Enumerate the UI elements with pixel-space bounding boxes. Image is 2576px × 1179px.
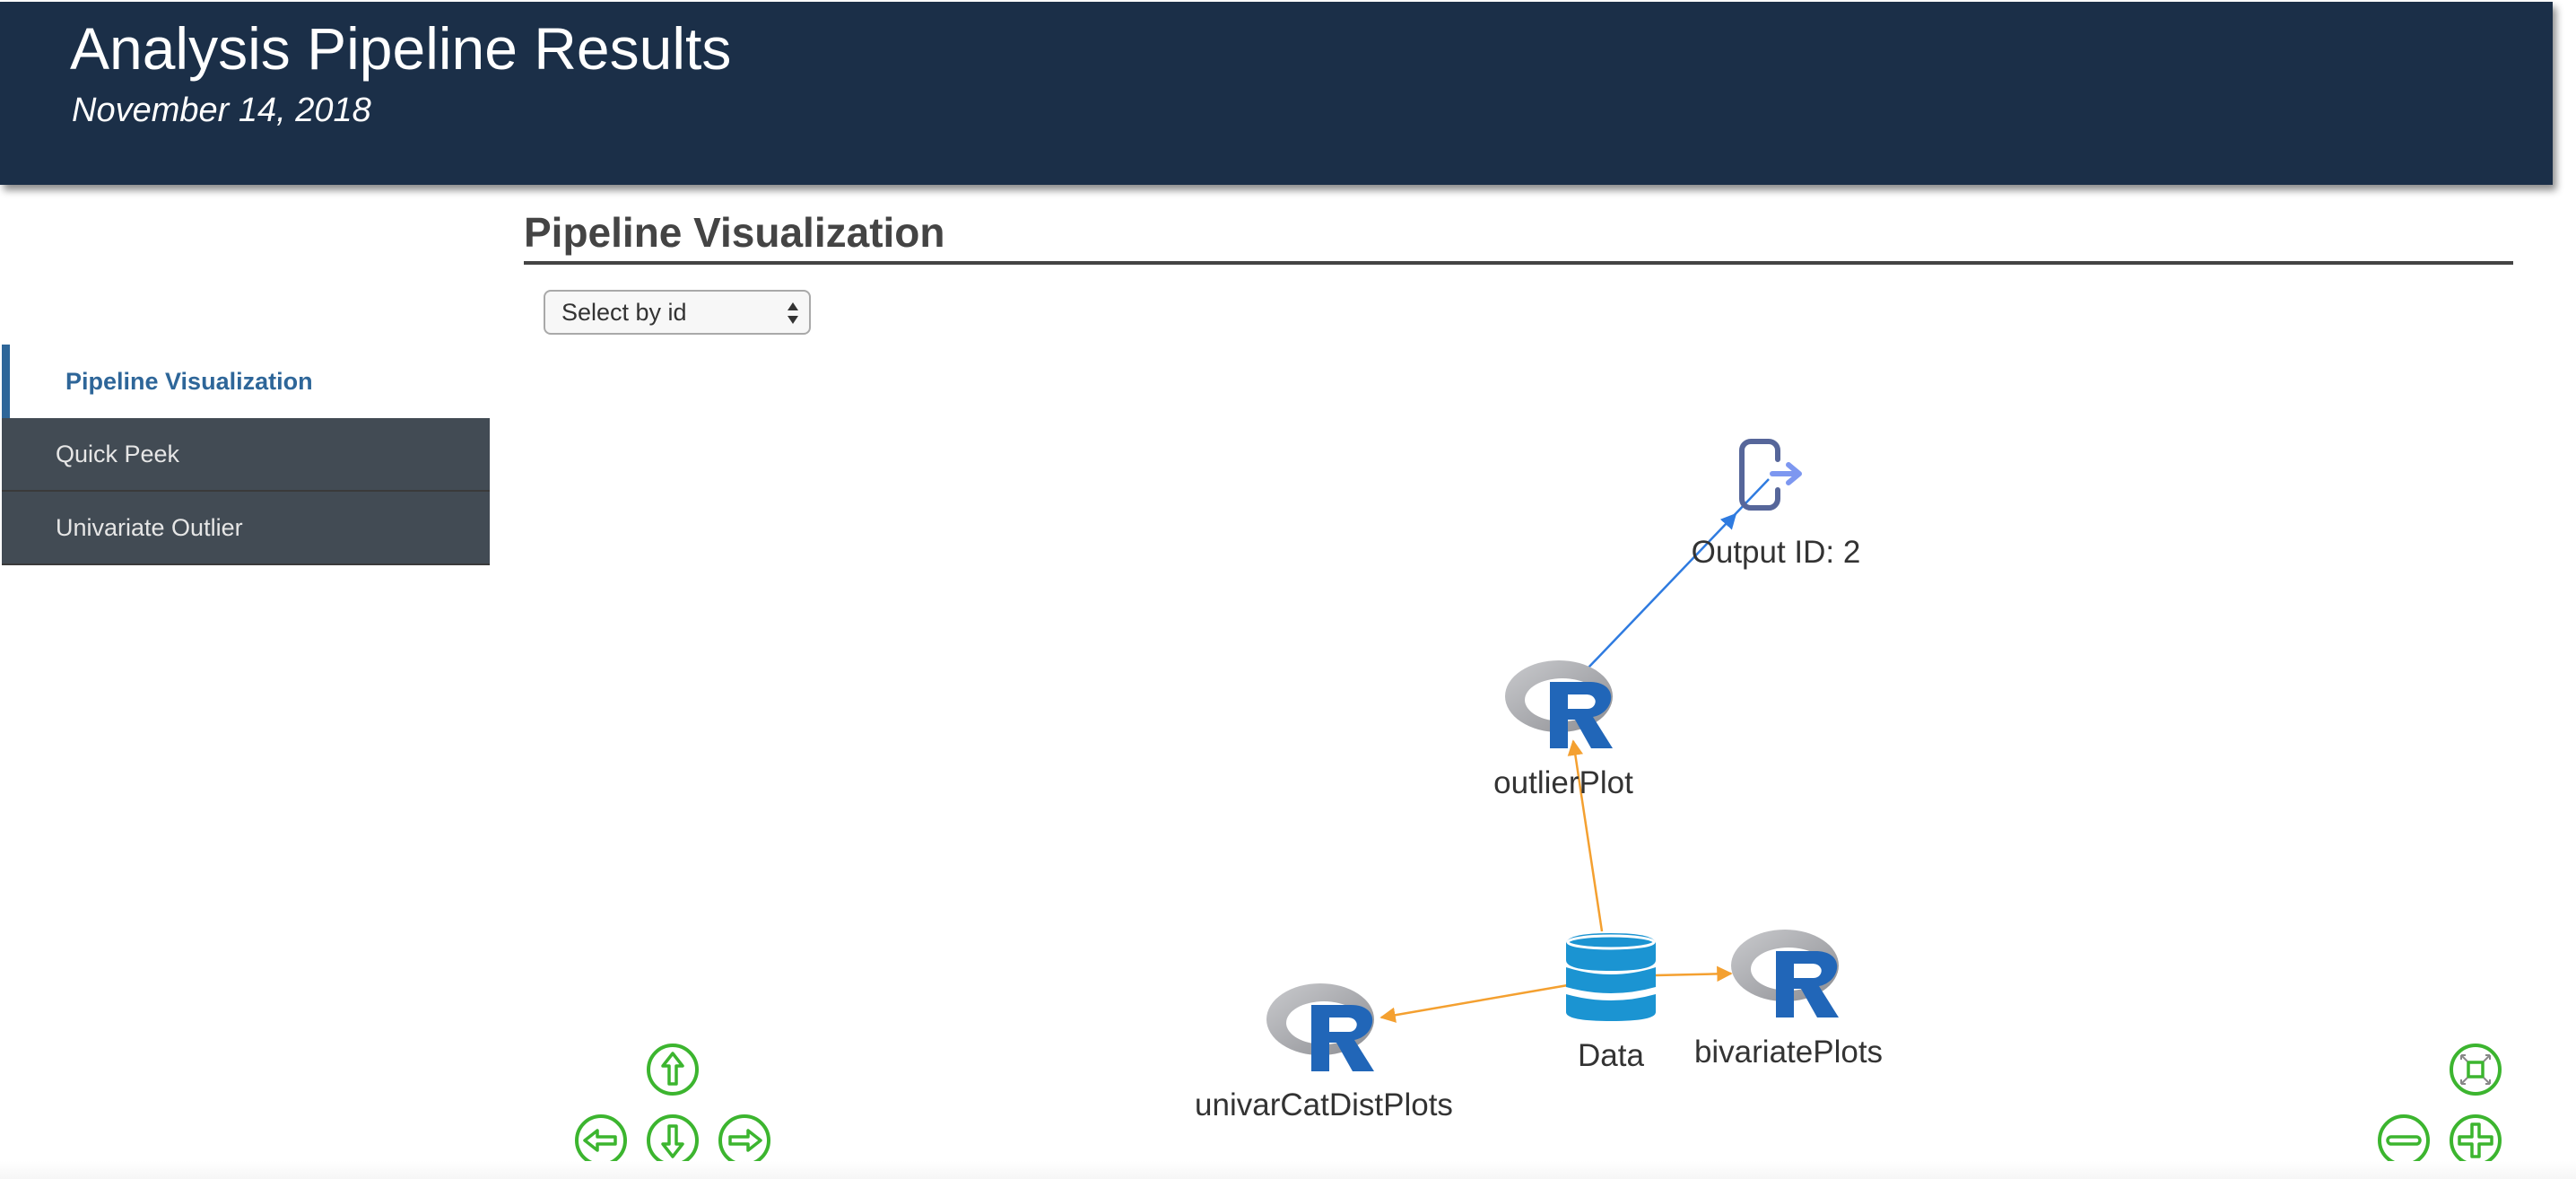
node-label: outlierPlot bbox=[1493, 765, 1633, 800]
pan-down-button[interactable] bbox=[646, 1114, 700, 1167]
page-title: Analysis Pipeline Results bbox=[70, 15, 732, 82]
select-by-id-dropdown[interactable]: Select by id bbox=[544, 290, 811, 335]
edge-data-to-univarCatDistPlots bbox=[1379, 983, 1569, 1023]
node-data[interactable]: Data bbox=[1566, 933, 1656, 1073]
node-univarCatDistPlots[interactable]: univarCatDistPlots bbox=[1195, 983, 1453, 1122]
sidebar-nav: Pipeline Visualization Quick Peek Univar… bbox=[2, 345, 490, 565]
select-arrows-icon bbox=[788, 302, 798, 324]
pan-right-button[interactable] bbox=[718, 1114, 771, 1167]
sidebar-item-univariate-outlier[interactable]: Univariate Outlier bbox=[2, 492, 490, 565]
node-output[interactable]: Output ID: 2 bbox=[1692, 439, 1861, 570]
fit-view-button[interactable] bbox=[2449, 1043, 2502, 1096]
edge-arrowhead-output bbox=[1719, 512, 1737, 530]
sidebar-item-label: Quick Peek bbox=[56, 440, 180, 467]
node-bivariatePlots[interactable]: bivariatePlots bbox=[1694, 930, 1883, 1070]
edge-data-to-bivariatePlots bbox=[1655, 965, 1733, 982]
report-date: November 14, 2018 bbox=[72, 92, 371, 129]
sidebar-item-label: Pipeline Visualization bbox=[65, 367, 313, 395]
pan-up-button[interactable] bbox=[646, 1043, 700, 1096]
node-label: Data bbox=[1578, 1038, 1644, 1073]
zoom-in-button[interactable] bbox=[2449, 1114, 2502, 1167]
zoom-out-button[interactable] bbox=[2377, 1114, 2431, 1167]
sidebar-item-quick-peek[interactable]: Quick Peek bbox=[2, 418, 490, 492]
r-logo-icon bbox=[1505, 660, 1613, 748]
sidebar-item-label: Univariate Outlier bbox=[56, 513, 243, 541]
section-divider bbox=[524, 261, 2513, 265]
pan-left-button[interactable] bbox=[574, 1114, 628, 1167]
database-icon bbox=[1566, 933, 1656, 1021]
select-value: Select by id bbox=[561, 298, 687, 326]
r-logo-icon bbox=[1731, 930, 1839, 1017]
graph-bottom-edge bbox=[0, 1161, 2576, 1179]
r-logo-icon bbox=[1266, 983, 1374, 1071]
node-outlierPlot[interactable]: outlierPlot bbox=[1493, 660, 1633, 800]
page-header: Analysis Pipeline Results November 14, 2… bbox=[0, 2, 2553, 185]
node-label: Output ID: 2 bbox=[1692, 535, 1861, 570]
section-title: Pipeline Visualization bbox=[524, 209, 945, 256]
sidebar-item-pipeline-visualization[interactable]: Pipeline Visualization bbox=[2, 345, 490, 418]
node-label: univarCatDistPlots bbox=[1195, 1087, 1453, 1122]
edge-outlierPlot-to-output bbox=[1567, 478, 1770, 690]
node-label: bivariatePlots bbox=[1694, 1035, 1883, 1070]
